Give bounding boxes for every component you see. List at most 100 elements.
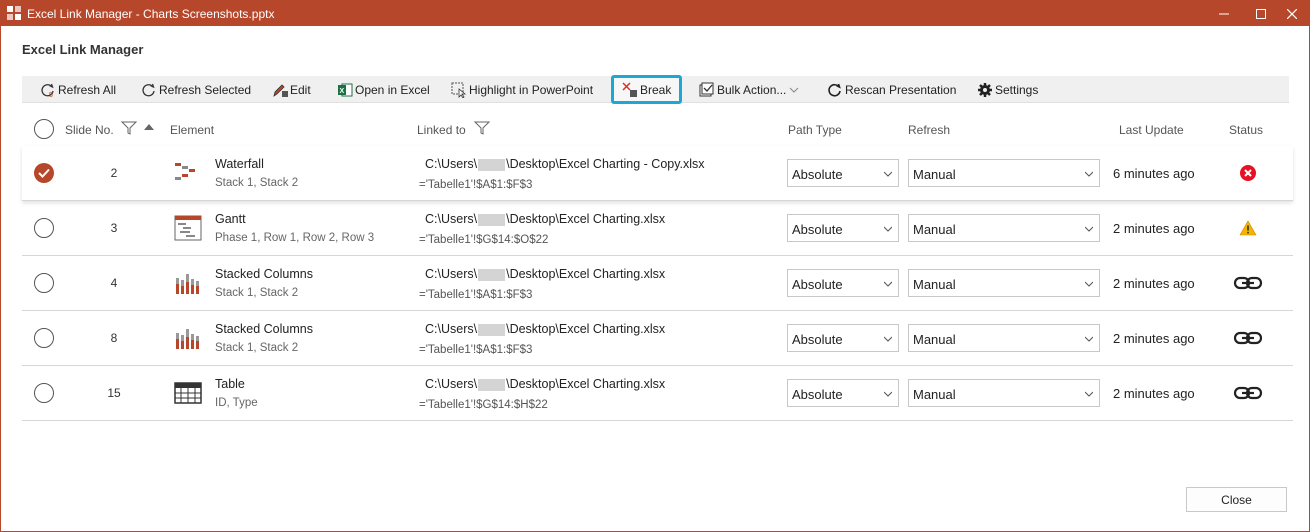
element-series: Phase 1, Row 1, Row 2, Row 3	[215, 232, 375, 244]
slide-number: 8	[110, 331, 118, 345]
chevron-down-icon	[884, 226, 892, 232]
element-name: Gantt	[215, 212, 246, 226]
path-prefix: C:\Users\	[425, 322, 478, 336]
column-header-slide-no[interactable]: Slide No.	[65, 123, 114, 137]
link-icon	[1231, 383, 1265, 403]
title-bar: Excel Link Manager - Charts Screenshots.…	[1, 1, 1309, 26]
last-update: 6 minutes ago	[1113, 166, 1195, 181]
element-name: Waterfall	[215, 157, 264, 171]
path-suffix: \Desktop\Excel Charting - Copy.xlsx	[506, 157, 705, 171]
linked-range: ='Tabelle1'!$A$1:$F$3	[419, 179, 533, 191]
table-row[interactable]: 4 Stacked Columns Stack 1, Stack 2 C:\Us…	[22, 256, 1293, 311]
filter-icon[interactable]	[474, 121, 490, 135]
window-title: Excel Link Manager - Charts Screenshots.…	[27, 7, 275, 21]
link-icon	[1231, 273, 1265, 293]
close-window-button[interactable]	[1275, 1, 1309, 26]
open-in-excel-label: Open in Excel	[355, 82, 430, 97]
path-type-value: Absolute	[792, 332, 843, 347]
table-row[interactable]: 8 Stacked Columns Stack 1, Stack 2 C:\Us…	[22, 311, 1293, 366]
break-link-icon	[622, 81, 637, 97]
chevron-down-icon	[884, 171, 892, 177]
stacked-columns-icon	[174, 270, 202, 296]
rescan-icon	[828, 83, 841, 97]
refresh-mode-select[interactable]: Manual	[908, 269, 1100, 297]
table-row[interactable]: 15 Table ID, Type C:\Users\ \Desktop\Exce…	[22, 366, 1293, 421]
row-select-radio[interactable]	[34, 273, 54, 293]
select-all-checkbox[interactable]	[34, 119, 54, 139]
refresh-mode-select[interactable]: Manual	[908, 324, 1100, 352]
row-select-radio[interactable]	[34, 218, 54, 238]
highlight-label: Highlight in PowerPoint	[469, 82, 594, 97]
filter-icon[interactable]	[121, 121, 137, 135]
path-type-select[interactable]: Absolute	[787, 159, 899, 187]
refresh-mode-value: Manual	[913, 167, 956, 182]
path-type-select[interactable]: Absolute	[787, 324, 899, 352]
maximize-button[interactable]	[1244, 1, 1278, 26]
path-type-value: Absolute	[792, 222, 843, 237]
path-type-select[interactable]: Absolute	[787, 269, 899, 297]
excel-link-manager-window: Excel Link Manager - Charts Screenshots.…	[0, 0, 1310, 532]
linked-range: ='Tabelle1'!$G$14:$H$22	[419, 399, 548, 411]
table-row[interactable]: 3 Gantt Phase 1, Row 1, Row 2, Row 3 C:\…	[22, 201, 1293, 256]
gear-icon	[978, 82, 992, 97]
close-button[interactable]: Close	[1186, 487, 1287, 512]
table-icon	[174, 380, 202, 406]
minimize-button[interactable]	[1207, 1, 1241, 26]
element-name: Stacked Columns	[215, 322, 313, 336]
row-select-radio[interactable]	[34, 163, 54, 183]
column-header-refresh[interactable]: Refresh	[908, 123, 950, 137]
chevron-down-icon	[884, 281, 892, 287]
redacted-username	[478, 158, 506, 171]
app-icon	[7, 6, 21, 20]
refresh-all-label: Refresh All	[58, 82, 117, 97]
redacted-username	[478, 323, 506, 336]
redacted-username	[478, 268, 506, 281]
refresh-icon	[142, 83, 155, 96]
chevron-down-icon	[884, 336, 892, 342]
warning-icon	[1231, 218, 1265, 238]
grid-header: Slide No. Element Linked to Path Type Re…	[22, 115, 1293, 145]
column-header-last-update[interactable]: Last Update	[1119, 123, 1184, 137]
refresh-mode-select[interactable]: Manual	[908, 379, 1100, 407]
refresh-selected-label: Refresh Selected	[159, 82, 252, 97]
refresh-all-icon: 5	[41, 83, 54, 98]
edit-icon	[273, 83, 288, 97]
chevron-down-icon	[1085, 226, 1093, 232]
rescan-presentation-button[interactable]: Rescan Presentation	[827, 76, 956, 103]
open-in-excel-button[interactable]: X Open in Excel	[337, 76, 430, 103]
path-type-value: Absolute	[792, 277, 843, 292]
edit-button[interactable]: Edit	[272, 76, 311, 103]
path-prefix: C:\Users\	[425, 267, 478, 281]
path-type-value: Absolute	[792, 387, 843, 402]
path-prefix: C:\Users\	[425, 212, 478, 226]
column-header-path-type[interactable]: Path Type	[788, 123, 842, 137]
column-header-linked-to[interactable]: Linked to	[417, 123, 466, 137]
row-select-radio[interactable]	[34, 328, 54, 348]
refresh-mode-value: Manual	[913, 222, 956, 237]
refresh-all-button[interactable]: 5 Refresh All	[40, 76, 116, 103]
path-type-select[interactable]: Absolute	[787, 379, 899, 407]
stacked-columns-icon	[174, 325, 202, 351]
table-row[interactable]: 2 Waterfall Stack 1, Stack 2 C:\Users\ \D…	[22, 146, 1293, 201]
refresh-mode-value: Manual	[913, 277, 956, 292]
row-select-radio[interactable]	[34, 383, 54, 403]
last-update: 2 minutes ago	[1113, 331, 1195, 346]
refresh-mode-select[interactable]: Manual	[908, 214, 1100, 242]
break-button[interactable]: Break	[611, 75, 683, 104]
refresh-mode-select[interactable]: Manual	[908, 159, 1100, 187]
sort-ascending-icon[interactable]	[144, 124, 154, 131]
element-series: Stack 1, Stack 2	[215, 287, 299, 299]
column-header-element[interactable]: Element	[170, 123, 214, 137]
settings-button[interactable]: Settings	[977, 76, 1038, 103]
column-header-status[interactable]: Status	[1229, 123, 1263, 137]
highlight-in-powerpoint-button[interactable]: Highlight in PowerPoint	[451, 76, 593, 103]
refresh-selected-button[interactable]: Refresh Selected	[141, 76, 251, 103]
chevron-down-icon	[790, 87, 799, 93]
bulk-action-dropdown[interactable]: Bulk Action...	[699, 76, 799, 103]
redacted-username	[478, 378, 506, 391]
checkmark-icon	[38, 168, 50, 178]
path-type-select[interactable]: Absolute	[787, 214, 899, 242]
waterfall-chart-icon	[174, 160, 202, 186]
error-icon	[1231, 163, 1265, 183]
maximize-icon	[1256, 8, 1266, 19]
